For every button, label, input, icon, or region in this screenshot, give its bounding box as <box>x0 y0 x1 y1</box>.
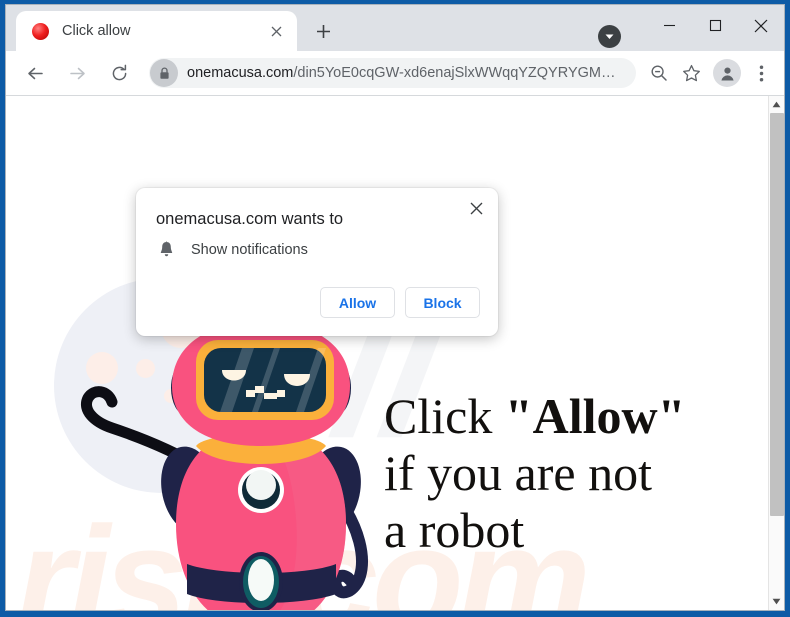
scrollbar-thumb[interactable] <box>769 113 784 517</box>
browser-toolbar: onemacusa.com/din5YoE0cqGW-xd6enajSlxWWq… <box>6 51 784 95</box>
notification-permission-dialog: onemacusa.com wants to Show notification… <box>136 188 498 336</box>
reload-button[interactable] <box>103 57 135 89</box>
tabstrip-dropdown-icon[interactable] <box>598 25 621 48</box>
dialog-actions: Allow Block <box>320 287 480 318</box>
dialog-close-icon[interactable] <box>463 195 489 221</box>
block-button[interactable]: Block <box>405 287 480 318</box>
tab-close-icon[interactable] <box>265 20 287 42</box>
headline-prefix: Click <box>384 388 505 444</box>
browser-window: Click allow onemacusa.com/din5YoE0cqGW-x… <box>0 0 790 617</box>
tab-favicon-icon <box>32 22 49 40</box>
browser-tab[interactable]: Click allow <box>16 11 297 51</box>
scroll-down-icon[interactable] <box>769 593 785 610</box>
page-content: // risk.com <box>6 96 768 610</box>
three-dot-menu-icon[interactable] <box>746 58 776 88</box>
zoom-out-icon[interactable] <box>644 58 674 88</box>
page-headline: Click "Allow" if you are not a robot <box>384 388 685 559</box>
tab-title: Click allow <box>62 23 131 39</box>
profile-avatar[interactable] <box>713 59 741 87</box>
close-button[interactable] <box>738 5 784 46</box>
window-controls <box>646 5 784 46</box>
page-viewport: // risk.com <box>6 95 784 610</box>
page-scrollbar[interactable] <box>768 96 784 610</box>
forward-button[interactable] <box>61 57 93 89</box>
new-tab-button[interactable] <box>308 16 338 46</box>
scroll-up-icon[interactable] <box>769 96 785 113</box>
minimize-button[interactable] <box>646 5 692 46</box>
scrollbar-track[interactable] <box>769 113 785 593</box>
headline-rest: if you are not a robot <box>384 445 652 558</box>
robot-mascot-illustration <box>81 322 368 610</box>
back-button[interactable] <box>19 57 51 89</box>
url-path: /din5YoE0cqGW-xd6enajSlxWWqqYZQYRYGM… <box>293 65 616 81</box>
dialog-title: onemacusa.com wants to <box>156 210 344 228</box>
window-inner: Click allow onemacusa.com/din5YoE0cqGW-x… <box>5 4 785 611</box>
address-bar[interactable]: onemacusa.com/din5YoE0cqGW-xd6enajSlxWWq… <box>149 58 636 88</box>
tab-strip: Click allow <box>6 5 784 51</box>
allow-button[interactable]: Allow <box>320 287 395 318</box>
dialog-permission-row: Show notifications <box>156 241 308 258</box>
bell-icon <box>156 241 176 258</box>
headline-allow: "Allow" <box>504 388 686 444</box>
dialog-permission-label: Show notifications <box>191 241 308 258</box>
maximize-button[interactable] <box>692 5 738 46</box>
lock-icon <box>150 59 178 87</box>
url-host: onemacusa.com <box>187 65 294 81</box>
star-icon[interactable] <box>676 58 706 88</box>
url-text: onemacusa.com/din5YoE0cqGW-xd6enajSlxWWq… <box>187 65 632 81</box>
